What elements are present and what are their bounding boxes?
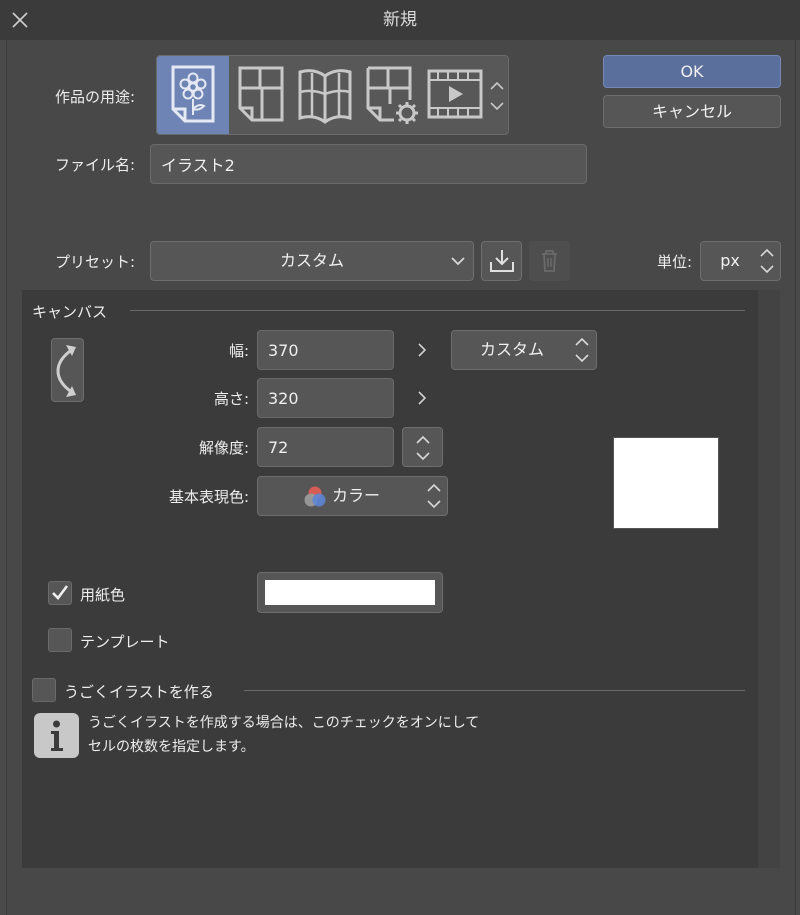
updown-icon xyxy=(427,483,441,509)
comic-settings-icon[interactable] xyxy=(364,64,420,126)
unit-value: px xyxy=(720,251,740,270)
animation-divider xyxy=(244,690,745,691)
ok-button[interactable]: OK xyxy=(603,55,781,88)
animation-info-line1: うごくイラストを作成する場合は、このチェックをオンにして xyxy=(88,715,480,731)
chevron-right-icon[interactable] xyxy=(412,340,432,360)
animation-label: うごくイラストを作る xyxy=(64,683,214,701)
width-input[interactable] xyxy=(257,330,394,370)
animation-info-line2: セルの枚数を指定します。 xyxy=(88,739,255,755)
template-label: テンプレート xyxy=(80,633,170,651)
save-preset-button[interactable] xyxy=(481,241,522,281)
updown-icon xyxy=(760,248,774,274)
updown-icon xyxy=(416,435,430,461)
paper-color-checkbox[interactable] xyxy=(48,581,72,605)
preset-value: カスタム xyxy=(279,251,344,270)
info-icon xyxy=(34,713,79,758)
height-input[interactable] xyxy=(257,378,394,418)
size-preset-dropdown[interactable]: カスタム xyxy=(451,330,597,370)
paper-color-label: 用紙色 xyxy=(80,586,126,604)
panel-scroll-strip xyxy=(758,290,780,868)
scroll-updown-icon[interactable] xyxy=(488,78,506,114)
height-label: 高さ: xyxy=(213,390,249,408)
color-mode-dropdown[interactable]: カラー xyxy=(257,476,448,516)
preset-label: プリセット: xyxy=(54,253,135,271)
window-title: 新規 xyxy=(383,10,417,30)
orientation-toggle-button[interactable] xyxy=(51,338,84,402)
animation-icon[interactable] xyxy=(426,68,484,120)
paper-color-button[interactable] xyxy=(257,572,443,613)
purpose-label: 作品の用途: xyxy=(54,88,135,106)
cancel-button[interactable]: キャンセル xyxy=(603,95,781,128)
resolution-label: 解像度: xyxy=(198,439,249,457)
resolution-stepper[interactable] xyxy=(402,427,443,467)
preset-dropdown[interactable]: カスタム xyxy=(150,241,474,281)
canvas-preview xyxy=(613,437,719,529)
filename-label: ファイル名: xyxy=(54,156,135,174)
color-mode-label: 基本表現色: xyxy=(168,488,249,506)
animation-checkbox[interactable] xyxy=(32,678,56,702)
template-checkbox[interactable] xyxy=(48,628,72,652)
size-preset-value: カスタム xyxy=(479,340,544,359)
comic-icon[interactable] xyxy=(236,64,286,124)
rotate-orientation-icon xyxy=(56,345,76,397)
resolution-input[interactable] xyxy=(257,427,394,467)
unit-label: 単位: xyxy=(656,253,692,271)
chevron-down-icon xyxy=(448,251,468,271)
delete-preset-button[interactable] xyxy=(529,241,570,281)
check-icon xyxy=(52,585,69,600)
save-preset-icon xyxy=(490,250,514,272)
color-mode-icon xyxy=(304,486,326,507)
width-label: 幅: xyxy=(228,342,249,360)
canvas-section-title: キャンバス xyxy=(32,303,108,321)
unit-dropdown[interactable]: px xyxy=(700,241,781,281)
book-icon[interactable] xyxy=(296,64,354,124)
canvas-divider xyxy=(130,310,745,311)
updown-icon xyxy=(575,337,589,363)
trash-icon xyxy=(542,250,557,272)
filename-input[interactable] xyxy=(150,144,587,184)
color-mode-value: カラー xyxy=(332,486,381,505)
illustration-icon[interactable] xyxy=(167,63,219,125)
paper-color-swatch xyxy=(265,580,435,605)
chevron-right-icon[interactable] xyxy=(412,388,432,408)
